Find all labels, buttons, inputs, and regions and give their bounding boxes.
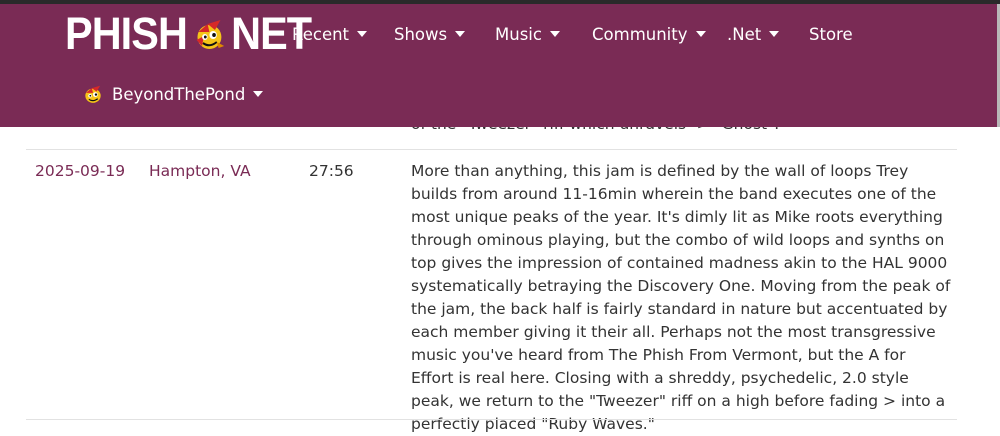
chevron-down-icon [549,31,560,37]
site-header: PHISH NET Recent Shows Music Community .… [0,0,1000,127]
nav-store-label: Store [809,24,853,44]
nav-music-label: Music [495,24,542,44]
chevron-down-icon [695,31,706,37]
row-divider [26,419,957,420]
mascot-icon [196,20,224,49]
nav-shows-label: Shows [394,24,448,44]
chevron-down-icon [455,31,466,37]
chevron-down-icon [769,31,780,37]
row-divider [26,149,957,150]
username: BeyondThePond [112,84,246,104]
chevron-down-icon [357,31,368,37]
nav-recent[interactable]: Recent [292,22,368,46]
nav-music[interactable]: Music [495,22,560,46]
user-mascot-icon [85,85,101,103]
nav-community-label: Community [592,24,688,44]
jam-duration: 27:56 [309,162,354,180]
venue-link[interactable]: Hampton, VA [149,160,251,183]
chevron-down-icon [253,91,264,97]
jam-notes: More than anything, this jam is defined … [411,162,951,433]
nav-dotnet-label: .Net [727,24,762,44]
show-date-link[interactable]: 2025-09-19 [35,160,125,183]
nav-dotnet[interactable]: .Net [727,22,780,46]
nav-store[interactable]: Store [809,22,853,46]
nav-shows[interactable]: Shows [394,22,466,46]
nav-recent-label: Recent [292,24,350,44]
user-menu[interactable]: BeyondThePond [80,80,264,108]
logo-text-left: PHISH [65,8,188,59]
nav-community[interactable]: Community [592,22,706,46]
site-logo[interactable]: PHISH NET [65,8,312,59]
